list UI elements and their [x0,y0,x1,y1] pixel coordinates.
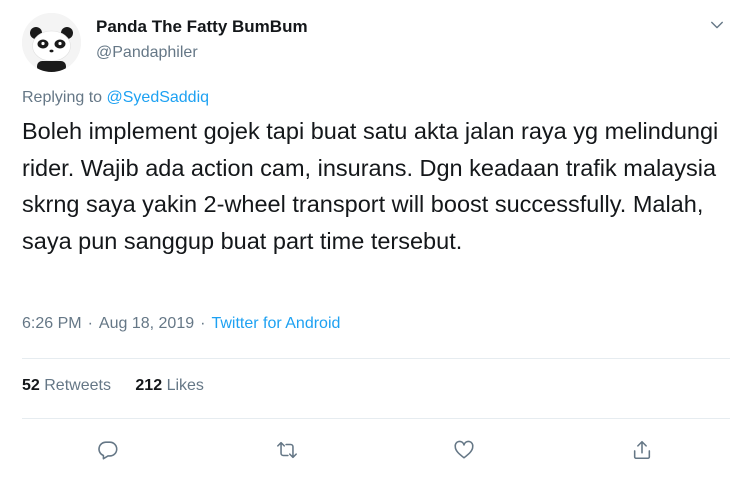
avatar[interactable] [22,13,81,72]
retweets-stat[interactable]: 52 Retweets [22,377,111,394]
tweet-text: Boleh implement gojek tapi buat satu akt… [22,118,719,254]
retweet-button[interactable] [272,435,302,465]
tweet-meta: 6:26 PM · Aug 18, 2019 · Twitter for Android [22,315,340,333]
like-button[interactable] [449,435,479,465]
reply-mention-link[interactable]: @SyedSaddiq [107,89,210,106]
tweet-card: Panda The Fatty BumBum @Pandaphiler Repl… [0,0,737,478]
divider [22,358,730,359]
tweet-stats: 52 Retweets 212 Likes [22,377,204,395]
tweet-time[interactable]: 6:26 PM [22,315,82,332]
retweets-label: Retweets [44,377,111,394]
panda-avatar-icon [22,13,81,72]
retweet-icon [277,441,297,459]
reply-button[interactable] [93,435,123,465]
likes-label: Likes [166,377,204,394]
replying-to: Replying to @SyedSaddiq [22,89,209,107]
likes-count: 212 [135,377,163,394]
meta-separator: · [200,315,206,332]
retweets-count: 52 [22,377,40,394]
reply-icon [98,441,118,460]
tweet-source-link[interactable]: Twitter for Android [211,315,340,332]
author-name[interactable]: Panda The Fatty BumBum [96,17,308,37]
share-button[interactable] [627,435,657,465]
divider [22,418,730,419]
action-bar [0,435,737,465]
chevron-down-icon [711,21,723,29]
author-handle[interactable]: @Pandaphiler [96,44,198,62]
tweet-date[interactable]: Aug 18, 2019 [99,315,194,332]
heart-icon [454,440,474,459]
likes-stat[interactable]: 212 Likes [135,377,204,394]
meta-separator: · [87,315,93,332]
more-options-button[interactable] [706,14,728,36]
replying-to-label: Replying to [22,89,103,106]
share-icon [633,440,651,460]
